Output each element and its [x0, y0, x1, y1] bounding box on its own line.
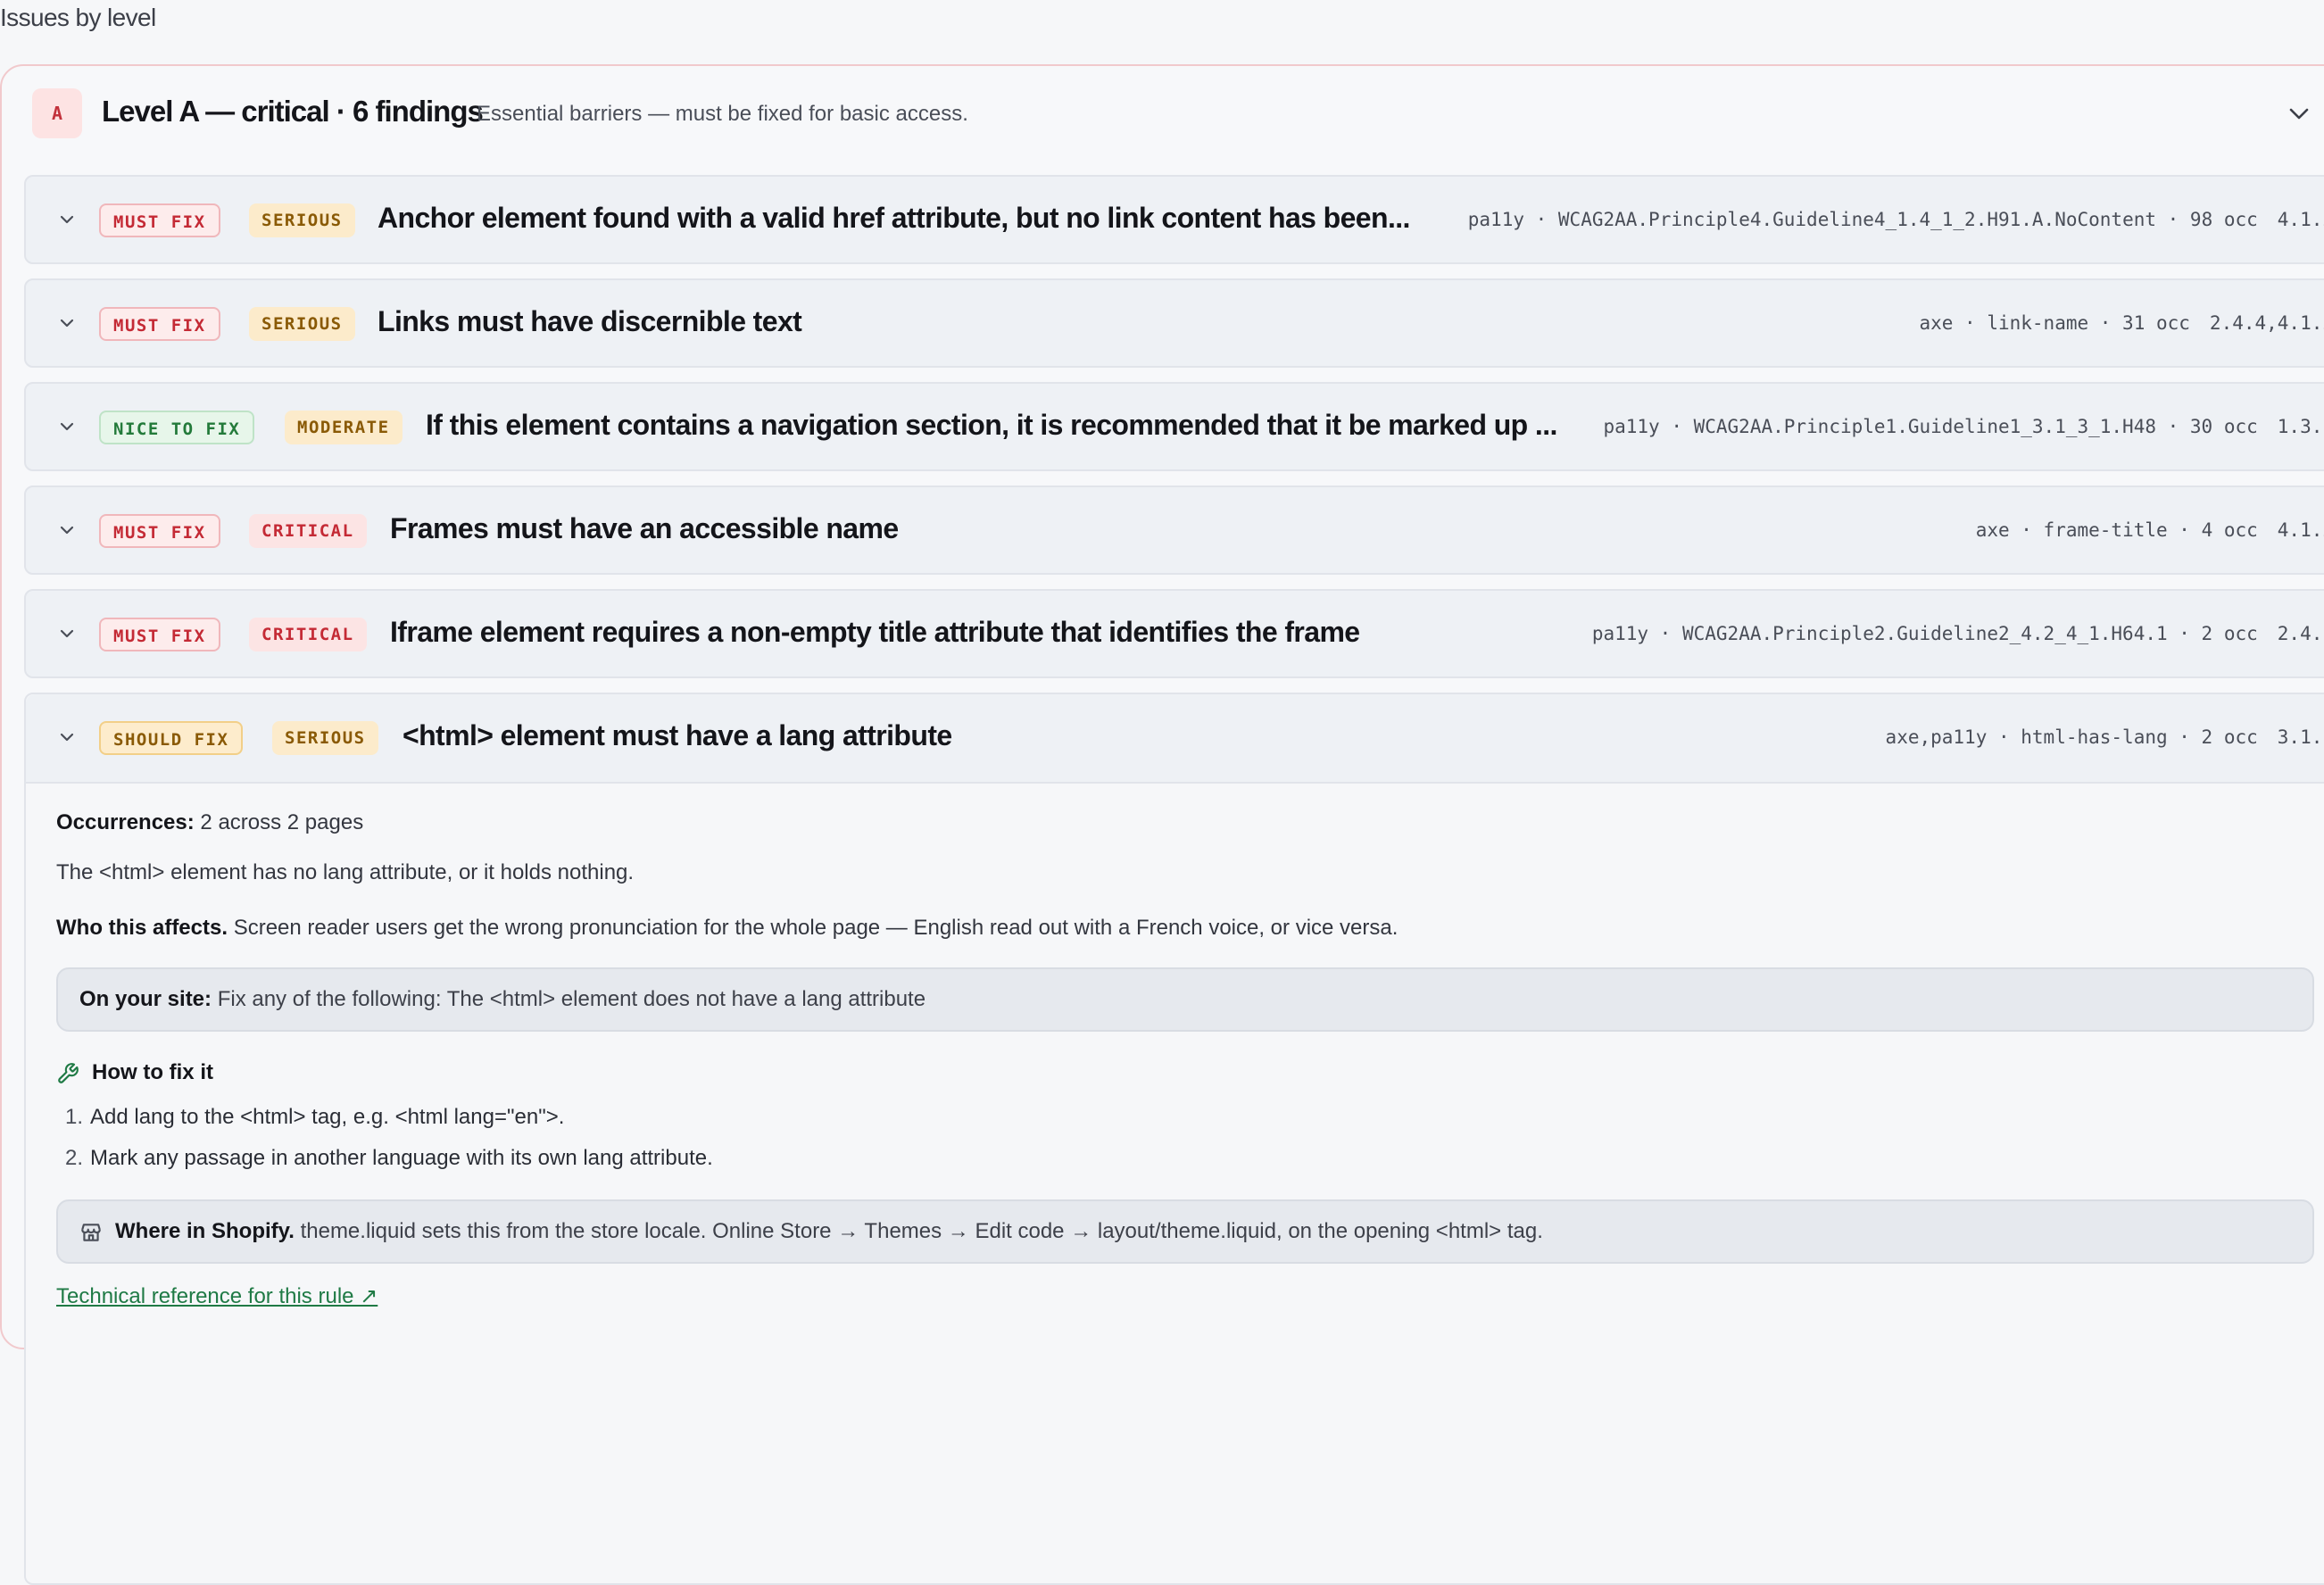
issue-title: If this element contains a navigation se…: [426, 409, 1557, 441]
issue-meta: pa11y · WCAG2AA.Principle1.Guideline1_3.…: [1603, 416, 2324, 437]
wcag-criteria: 4.1.2: [2277, 519, 2324, 541]
issue-header[interactable]: MUST FIX CRITICAL Frames must have an ac…: [26, 487, 2324, 575]
chevron-down-icon[interactable]: [58, 212, 76, 227]
level-a-card: A Level A — critical · 6 findings Essent…: [0, 64, 2324, 1585]
issue-title: <html> element must have a lang attribut…: [403, 719, 952, 751]
impact-badge: SERIOUS: [249, 203, 355, 237]
store-icon: [81, 1224, 101, 1241]
issue-title: Frames must have an accessible name: [390, 512, 899, 544]
how-to-fix-label: How to fix it: [92, 1060, 213, 1084]
fix-steps-list: 1. Add lang to the <html> tag, e.g. <html…: [65, 1105, 713, 1187]
level-badge: A: [32, 88, 82, 138]
impact-badge: CRITICAL: [249, 618, 367, 651]
priority-badge: MUST FIX: [99, 514, 220, 548]
impact-badge: CRITICAL: [249, 514, 367, 548]
issue-source: pa11y · WCAG2AA.Principle1.Guideline1_3.…: [1603, 416, 2258, 437]
shopify-label: Where in Shopify.: [115, 1219, 295, 1243]
shopify-text: theme.liquid sets this from the store lo…: [300, 1219, 1543, 1243]
issue-row-expanded: SHOULD FIX SERIOUS <html> element must h…: [24, 693, 2324, 1585]
issue-meta: pa11y · WCAG2AA.Principle2.Guideline2_4.…: [1592, 623, 2324, 644]
wcag-criteria: 1.3.1: [2277, 416, 2324, 437]
step-number: 1.: [65, 1105, 84, 1129]
issue-header[interactable]: MUST FIX SERIOUS Links must have discern…: [26, 280, 2324, 368]
affects-text: Screen reader users get the wrong pronun…: [233, 916, 1399, 940]
issue-row: MUST FIX CRITICAL Frames must have an ac…: [24, 485, 2324, 575]
occurrences-line: Occurrences: 2 across 2 pages: [56, 810, 2324, 835]
step-text: Mark any passage in another language wit…: [90, 1146, 713, 1170]
issue-source: pa11y · WCAG2AA.Principle4.Guideline4_1.…: [1467, 209, 2258, 230]
issue-row: MUST FIX CRITICAL Iframe element require…: [24, 589, 2324, 678]
affects-label: Who this affects.: [56, 916, 228, 940]
section-title: Issues by level: [0, 4, 156, 31]
issue-source: axe · link-name · 31 occ: [1919, 312, 2190, 334]
affects-line: Who this affects. Screen reader users ge…: [56, 916, 2324, 941]
issue-header[interactable]: MUST FIX SERIOUS Anchor element found wi…: [26, 177, 2324, 264]
level-description: Essential barriers — must be fixed for b…: [477, 102, 968, 126]
step-text: Add lang to the <html> tag, e.g. <html l…: [90, 1105, 565, 1129]
chevron-down-icon[interactable]: [58, 419, 76, 434]
site-text: Fix any of the following: The <html> ele…: [217, 987, 926, 1011]
fix-step: 2. Mark any passage in another language w…: [65, 1146, 713, 1187]
chevron-down-icon[interactable]: [58, 627, 76, 641]
step-number: 2.: [65, 1146, 84, 1170]
level-title: Level A — critical · 6 findings: [102, 95, 484, 128]
priority-badge: SHOULD FIX: [99, 721, 244, 755]
issue-row: MUST FIX SERIOUS Anchor element found wi…: [24, 175, 2324, 264]
site-callout-text: On your site: Fix any of the following: …: [79, 987, 925, 1012]
issue-header[interactable]: MUST FIX CRITICAL Iframe element require…: [26, 591, 2324, 678]
level-a-header[interactable]: A Level A — critical · 6 findings Essent…: [2, 66, 2324, 164]
issue-title: Iframe element requires a non-empty titl…: [390, 616, 1360, 648]
wcag-criteria: 3.1.1: [2277, 726, 2324, 748]
impact-badge: SERIOUS: [249, 307, 355, 341]
occurrences-label: Occurrences:: [56, 810, 195, 834]
priority-badge: MUST FIX: [99, 618, 220, 651]
issue-source: pa11y · WCAG2AA.Principle2.Guideline2_4.…: [1591, 623, 2258, 644]
issue-header[interactable]: NICE TO FIX MODERATE If this element con…: [26, 384, 2324, 471]
technical-reference-link[interactable]: Technical reference for this rule ↗: [56, 1283, 378, 1309]
occurrences-value: 2 across 2 pages: [200, 810, 364, 834]
priority-badge: NICE TO FIX: [99, 411, 255, 444]
wrench-icon: [58, 1063, 79, 1083]
impact-badge: MODERATE: [285, 411, 403, 444]
issue-source: axe · frame-title · 4 occ: [1975, 519, 2258, 541]
chevron-down-icon[interactable]: [58, 523, 76, 537]
issue-title: Anchor element found with a valid href a…: [378, 202, 1410, 234]
chevron-down-icon[interactable]: [58, 316, 76, 330]
shopify-callout: Where in Shopify. theme.liquid sets this…: [56, 1199, 2314, 1264]
issue-summary: The <html> element has no lang attribute…: [56, 860, 635, 884]
issue-meta: pa11y · WCAG2AA.Principle4.Guideline4_1.…: [1468, 209, 2324, 230]
priority-badge: MUST FIX: [99, 307, 220, 341]
issue-meta: axe,pa11y · html-has-lang · 2 occ 3.1.1: [1886, 726, 2324, 748]
site-label: On your site:: [79, 987, 212, 1011]
wcag-criteria: 2.4.4,4.1.2: [2209, 312, 2324, 334]
chevron-down-icon[interactable]: [58, 730, 76, 744]
impact-badge: SERIOUS: [272, 721, 378, 755]
issue-meta: axe · frame-title · 4 occ 4.1.2: [1976, 519, 2324, 541]
issue-header[interactable]: SHOULD FIX SERIOUS <html> element must h…: [26, 694, 2324, 784]
issue-row: NICE TO FIX MODERATE If this element con…: [24, 382, 2324, 471]
issue-source: axe,pa11y · html-has-lang · 2 occ: [1885, 726, 2258, 748]
priority-badge: MUST FIX: [99, 203, 220, 237]
wcag-criteria: 4.1.2: [2277, 209, 2324, 230]
chevron-down-icon[interactable]: [2288, 105, 2310, 121]
shopify-callout-text: Where in Shopify. theme.liquid sets this…: [115, 1219, 1543, 1244]
fix-step: 1. Add lang to the <html> tag, e.g. <html…: [65, 1105, 713, 1146]
issue-row: MUST FIX SERIOUS Links must have discern…: [24, 278, 2324, 368]
site-callout: On your site: Fix any of the following: …: [56, 967, 2314, 1032]
issue-title: Links must have discernible text: [378, 305, 802, 337]
wcag-criteria: 2.4.1: [2277, 623, 2324, 644]
issue-meta: axe · link-name · 31 occ 2.4.4,4.1.2: [1919, 312, 2324, 334]
